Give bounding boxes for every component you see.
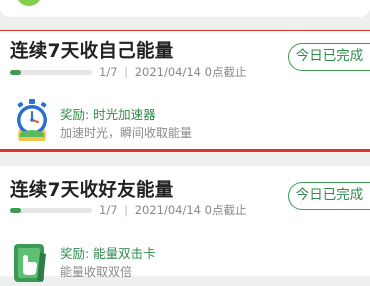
progress-count: 1/7 <box>99 203 118 217</box>
status-button[interactable]: 今日已完成 <box>288 182 370 210</box>
progress-fill <box>10 208 22 213</box>
task-card[interactable]: 连续7天收好友能量 1/7 | 2021/04/14 0点截止 今日已完成 奖励… <box>0 166 370 282</box>
status-button[interactable]: 今日已完成 <box>288 43 370 71</box>
progress-bar <box>10 70 92 75</box>
reward-description: 能量收取双倍 <box>60 265 133 279</box>
reward-title: 奖励: 时光加速器 <box>60 107 156 122</box>
task-title: 连续7天收自己能量 <box>10 41 174 62</box>
reward-orb-icon <box>16 0 42 6</box>
deadline: 2021/04/14 0点截止 <box>134 65 247 79</box>
task-title: 连续7天收好友能量 <box>10 180 174 201</box>
double-hit-card-icon <box>14 244 46 282</box>
reward-description: 加速时光，瞬间收取能量 <box>60 126 193 140</box>
previous-task-card <box>0 0 370 17</box>
stopwatch-icon <box>17 99 47 141</box>
reward-title: 奖励: 能量双击卡 <box>60 246 156 261</box>
progress-info: 1/7 | 2021/04/14 0点截止 <box>99 64 246 80</box>
progress-count: 1/7 <box>99 65 118 79</box>
deadline: 2021/04/14 0点截止 <box>134 203 247 217</box>
progress-fill <box>10 70 22 75</box>
task-card[interactable]: 连续7天收自己能量 1/7 | 2021/04/14 0点截止 今日已完成 奖励… <box>0 31 370 149</box>
separator: | <box>124 203 129 217</box>
highlight-border-bottom <box>0 149 370 152</box>
separator: | <box>124 65 129 79</box>
progress-info: 1/7 | 2021/04/14 0点截止 <box>99 202 246 218</box>
progress-bar <box>10 208 92 213</box>
